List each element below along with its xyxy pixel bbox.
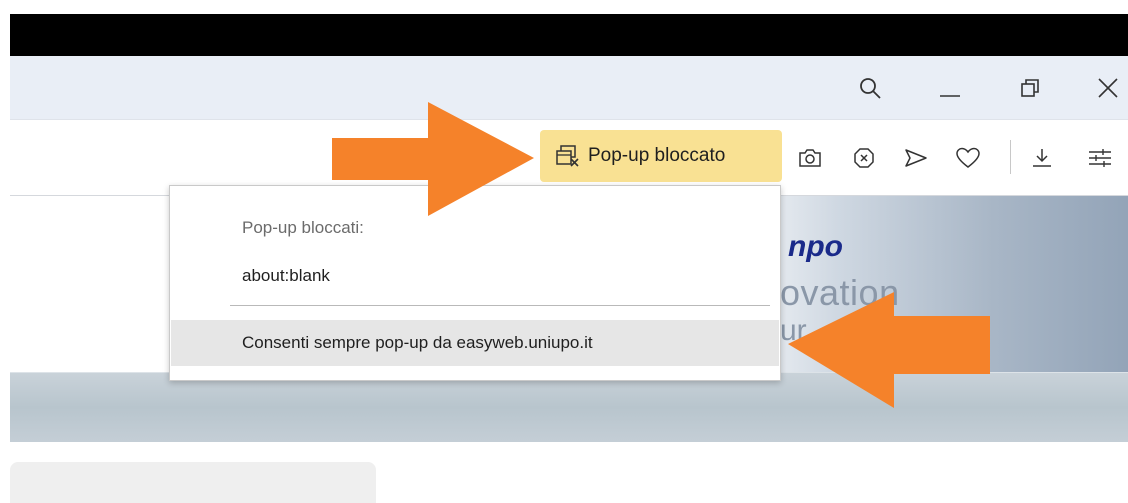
banner-logo-text: npo (788, 230, 843, 263)
favorites-button[interactable] (952, 142, 984, 174)
annotation-arrow-left (788, 292, 990, 408)
content-card (10, 462, 376, 503)
tracking-blocker-icon (854, 148, 874, 168)
popup-blocked-icon (556, 145, 579, 167)
download-icon (1033, 149, 1051, 167)
dropdown-title: Pop-up bloccati: (242, 218, 364, 237)
allow-always-popups-option[interactable]: Consenti sempre pop-up da easyweb.uniupo… (171, 320, 779, 366)
allow-always-label: Consenti sempre pop-up da easyweb.uniupo… (242, 333, 593, 352)
close-icon (1098, 78, 1118, 98)
black-strip (10, 14, 1128, 56)
heart-icon (956, 147, 980, 168)
camera-icon (799, 149, 821, 167)
search-tabs-button[interactable] (850, 70, 890, 106)
annotation-arrow-right (332, 102, 534, 216)
tracking-blocker-button[interactable] (848, 142, 880, 174)
send-icon (905, 149, 927, 167)
popup-blocked-chip[interactable]: Pop-up bloccato (540, 130, 782, 182)
blocked-popup-link[interactable]: about:blank (242, 266, 330, 286)
top-margin (0, 0, 1128, 14)
easy-setup-icon (1089, 149, 1111, 167)
search-icon (860, 78, 881, 99)
minimize-button[interactable] (930, 70, 970, 106)
dropdown-separator (230, 305, 770, 306)
title-bar (10, 56, 1128, 120)
screenshot-button[interactable] (794, 142, 826, 174)
send-button[interactable] (900, 142, 932, 174)
toolbar-divider (1010, 140, 1011, 174)
easy-setup-button[interactable] (1084, 142, 1116, 174)
popup-blocked-label: Pop-up bloccato (588, 145, 726, 166)
restore-icon (1021, 79, 1039, 97)
restore-button[interactable] (1010, 70, 1050, 106)
close-button[interactable] (1088, 70, 1128, 106)
minimize-icon (940, 95, 960, 97)
download-button[interactable] (1026, 142, 1058, 174)
